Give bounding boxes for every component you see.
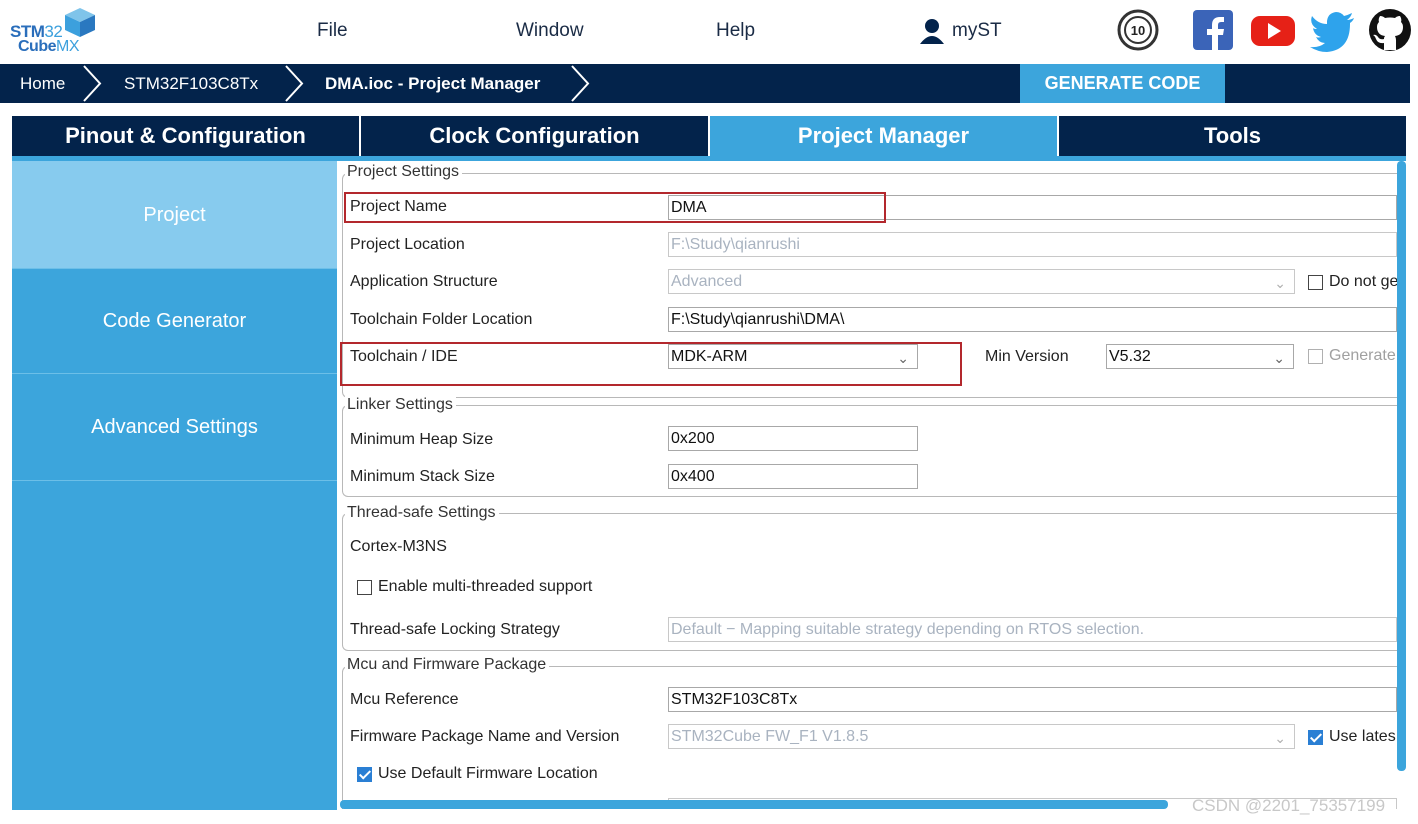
stm32cubemx-logo: STM32 CubeMX — [8, 6, 98, 58]
highlight-box — [344, 192, 886, 223]
menu-help[interactable]: Help — [716, 20, 755, 42]
checkbox-checked-icon — [1308, 729, 1323, 745]
default-firmware-location-label: Use Default Firmware Location — [378, 765, 598, 782]
checkbox-icon — [357, 579, 372, 595]
anniversary-badge-icon[interactable]: 10 — [1116, 8, 1160, 52]
default-firmware-location-checkbox[interactable]: Use Default Firmware Location — [357, 765, 598, 783]
breadcrumb-project[interactable]: DMA.ioc - Project Manager — [325, 64, 540, 103]
use-latest-checkbox[interactable]: Use lates — [1308, 728, 1396, 746]
multithread-checkbox[interactable]: Enable multi-threaded support — [357, 578, 592, 596]
linker-settings-legend: Linker Settings — [345, 396, 456, 414]
watermark: CSDN @2201_75357199 — [1192, 796, 1386, 815]
cube-icon — [65, 8, 95, 37]
sidebar-item-advanced-settings[interactable]: Advanced Settings — [12, 374, 337, 481]
chevron-down-icon: ⌄ — [1274, 730, 1286, 746]
do-not-generate-label: Do not ge — [1329, 273, 1397, 290]
mcu-reference-label: Mcu Reference — [350, 691, 459, 708]
min-version-select[interactable]: V5.32 ⌄ — [1106, 344, 1294, 369]
breadcrumb-mcu[interactable]: STM32F103C8Tx — [124, 64, 258, 103]
thread-safe-legend: Thread-safe Settings — [345, 504, 499, 522]
checkbox-icon — [1308, 274, 1323, 290]
highlight-box — [340, 342, 962, 386]
generate-label: Generate — [1329, 347, 1396, 364]
generate-checkbox[interactable]: Generate — [1308, 347, 1396, 365]
stack-size-label: Minimum Stack Size — [350, 468, 495, 485]
use-latest-label: Use lates — [1329, 728, 1396, 745]
toolchain-folder-input[interactable]: F:\Study\qianrushi\DMA\ — [668, 307, 1397, 332]
myst-label: myST — [952, 20, 1002, 41]
twitter-icon[interactable] — [1310, 8, 1356, 52]
project-location-input[interactable]: F:\Study\qianrushi — [668, 232, 1397, 257]
project-settings-legend: Project Settings — [345, 163, 463, 181]
project-location-label: Project Location — [350, 236, 465, 253]
toolchain-folder-label: Toolchain Folder Location — [350, 311, 533, 328]
checkbox-checked-icon — [357, 766, 372, 782]
chevron-down-icon: ⌄ — [1274, 275, 1286, 291]
tab-tools[interactable]: Tools — [1059, 116, 1406, 156]
application-structure-select[interactable]: Advanced ⌄ — [668, 269, 1295, 294]
mcu-reference-input[interactable]: STM32F103C8Tx — [668, 687, 1397, 712]
sidebar-item-code-generator[interactable]: Code Generator — [12, 269, 337, 374]
tab-project-manager[interactable]: Project Manager — [710, 116, 1059, 156]
user-icon — [920, 19, 944, 44]
menu-window[interactable]: Window — [516, 20, 584, 42]
tab-pinout-configuration[interactable]: Pinout & Configuration — [12, 116, 361, 156]
locking-strategy-label: Thread-safe Locking Strategy — [350, 621, 560, 638]
do-not-generate-checkbox[interactable]: Do not ge — [1308, 273, 1397, 291]
facebook-icon[interactable] — [1192, 8, 1234, 52]
top-menu-bar: STM32 CubeMX File Window Help myST 10 — [0, 0, 1418, 64]
min-version-label: Min Version — [985, 348, 1069, 365]
horizontal-scrollbar[interactable] — [340, 800, 1168, 809]
core-label: Cortex-M3NS — [350, 538, 447, 555]
menu-file[interactable]: File — [317, 20, 348, 42]
project-manager-sidebar: Project Code Generator Advanced Settings — [12, 161, 337, 810]
github-icon[interactable] — [1368, 8, 1412, 52]
generate-code-button[interactable]: GENERATE CODE — [1020, 64, 1225, 103]
tab-clock-configuration[interactable]: Clock Configuration — [361, 116, 710, 156]
stack-size-input[interactable]: 0x400 — [668, 464, 918, 489]
firmware-package-select[interactable]: STM32Cube FW_F1 V1.8.5 ⌄ — [668, 724, 1295, 749]
checkbox-icon — [1308, 348, 1323, 364]
sidebar-item-project[interactable]: Project — [12, 161, 337, 269]
project-settings-panel: Project Settings Project Name DMA Projec… — [340, 161, 1397, 809]
firmware-package-label: Firmware Package Name and Version — [350, 728, 620, 745]
breadcrumb-home[interactable]: Home — [20, 64, 65, 103]
chevron-right-icon — [83, 65, 102, 102]
application-structure-value: Advanced — [671, 273, 743, 290]
application-structure-label: Application Structure — [350, 273, 498, 290]
locking-strategy-select[interactable]: Default − Mapping suitable strategy depe… — [668, 617, 1397, 642]
heap-size-input[interactable]: 0x200 — [668, 426, 918, 451]
multithread-label: Enable multi-threaded support — [378, 578, 593, 595]
main-tabs: Pinout & Configuration Clock Configurati… — [12, 116, 1406, 156]
chevron-right-icon — [285, 65, 304, 102]
vertical-scrollbar[interactable] — [1397, 161, 1406, 771]
youtube-icon[interactable] — [1250, 8, 1296, 52]
svg-text:10: 10 — [1131, 23, 1145, 38]
firmware-package-value: STM32Cube FW_F1 V1.8.5 — [671, 728, 869, 745]
chevron-down-icon: ⌄ — [1273, 350, 1285, 366]
mcu-firmware-legend: Mcu and Firmware Package — [345, 656, 550, 674]
myst-menu[interactable]: myST — [918, 18, 1002, 44]
min-version-value: V5.32 — [1109, 348, 1151, 365]
chevron-right-icon — [571, 65, 590, 102]
heap-size-label: Minimum Heap Size — [350, 431, 494, 448]
